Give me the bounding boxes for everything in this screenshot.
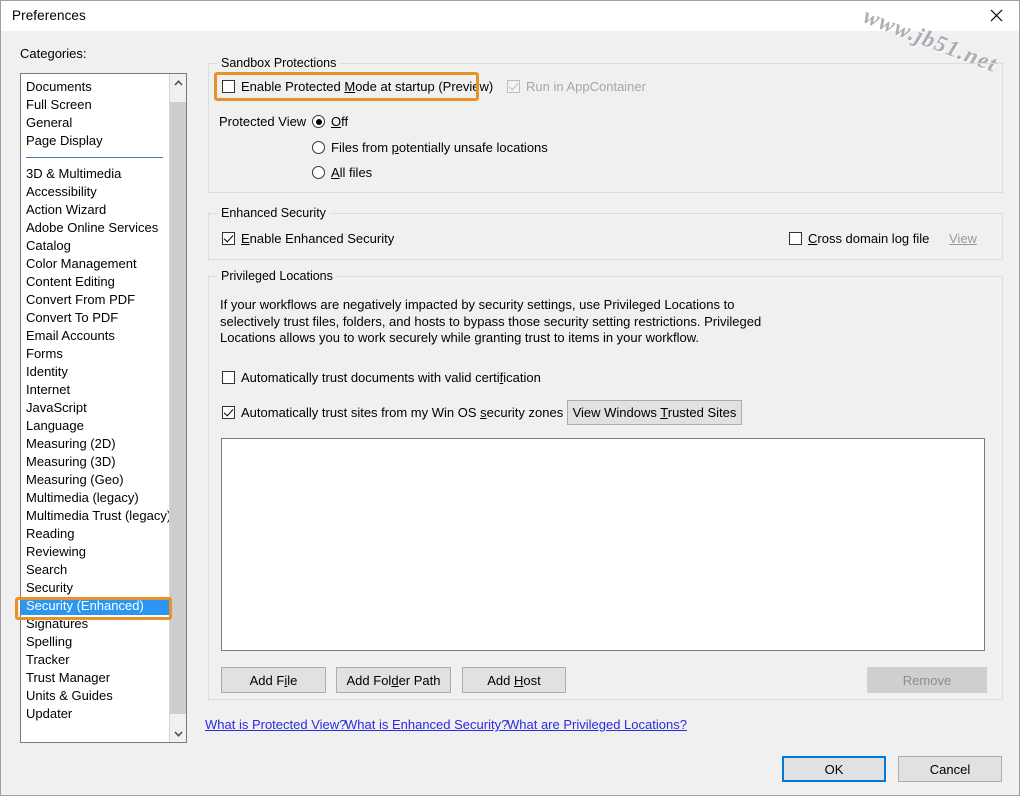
checkbox-box — [222, 406, 235, 419]
trust-certified-documents-label: Automatically trust documents with valid… — [241, 370, 541, 385]
protected-view-option-all-label: All files — [331, 165, 373, 180]
sidebar-item-reviewing[interactable]: Reviewing — [21, 543, 169, 561]
protected-mode-highlight-annotation — [214, 72, 479, 101]
sidebar-item-security[interactable]: Security — [21, 579, 169, 597]
radio-circle — [312, 115, 325, 128]
categories-label: Categories: — [20, 46, 87, 61]
enable-enhanced-security-checkbox[interactable]: Enable Enhanced Security — [222, 231, 394, 246]
button-label: Add File — [249, 672, 298, 688]
sidebar-item-identity[interactable]: Identity — [21, 363, 169, 381]
protected-view-option-all[interactable]: All files — [312, 165, 372, 180]
sidebar-item-internet[interactable]: Internet — [21, 381, 169, 399]
button-label: Add Host — [487, 672, 541, 688]
enhanced-security-title: Enhanced Security — [217, 206, 330, 220]
sidebar-item-javascript[interactable]: JavaScript — [21, 399, 169, 417]
checkbox-box — [222, 371, 235, 384]
sidebar-item-multimedia-legacy[interactable]: Multimedia (legacy) — [21, 489, 169, 507]
sidebar-item-content-editing[interactable]: Content Editing — [21, 273, 169, 291]
add-host-button[interactable]: Add Host — [462, 667, 566, 693]
window-title: Preferences — [12, 8, 86, 23]
what-are-privileged-locations-link[interactable]: What are Privileged Locations? — [507, 717, 687, 732]
sidebar-item-spelling[interactable]: Spelling — [21, 633, 169, 651]
radio-circle — [312, 141, 325, 154]
sidebar-item-measuring-2d[interactable]: Measuring (2D) — [21, 435, 169, 453]
sidebar-item-adobe-online-services[interactable]: Adobe Online Services — [21, 219, 169, 237]
sidebar-item-documents[interactable]: Documents — [21, 78, 169, 96]
view-log-link[interactable]: View — [949, 231, 977, 246]
title-bar: Preferences — [1, 1, 1019, 31]
enable-enhanced-security-label: Enable Enhanced Security — [241, 231, 395, 246]
checkbox-box — [507, 80, 520, 93]
protected-view-label: Protected View — [219, 114, 307, 129]
categories-listbox[interactable]: Documents Full Screen General Page Displ… — [20, 73, 187, 743]
sidebar-item-signatures[interactable]: Signatures — [21, 615, 169, 633]
sidebar-item-tracker[interactable]: Tracker — [21, 651, 169, 669]
radio-circle — [312, 166, 325, 179]
button-label: View Windows Trusted Sites — [572, 405, 737, 420]
categories-list: Documents Full Screen General Page Displ… — [21, 74, 174, 723]
categories-scrollbar[interactable] — [169, 74, 186, 742]
protected-view-option-unsafe-label: Files from potentially unsafe locations — [331, 140, 548, 155]
sidebar-item-measuring-geo[interactable]: Measuring (Geo) — [21, 471, 169, 489]
sidebar-item-accessibility[interactable]: Accessibility — [21, 183, 169, 201]
sidebar-item-page-display[interactable]: Page Display — [21, 132, 169, 150]
sidebar-item-full-screen[interactable]: Full Screen — [21, 96, 169, 114]
sidebar-item-email-accounts[interactable]: Email Accounts — [21, 327, 169, 345]
sidebar-item-measuring-3d[interactable]: Measuring (3D) — [21, 453, 169, 471]
sidebar-divider — [21, 150, 169, 165]
scrollbar-thumb[interactable] — [170, 102, 186, 714]
run-in-appcontainer-label: Run in AppContainer — [526, 79, 646, 94]
trust-os-security-zones-checkbox[interactable]: Automatically trust sites from my Win OS… — [222, 405, 563, 420]
privileged-locations-listbox[interactable] — [221, 438, 985, 651]
remove-button[interactable]: Remove — [867, 667, 987, 693]
preferences-dialog: Preferences www.jb51.net Categories: Doc… — [0, 0, 1020, 796]
privileged-locations-description: If your workflows are negatively impacte… — [220, 297, 762, 345]
sidebar-item-language[interactable]: Language — [21, 417, 169, 435]
chevron-down-icon[interactable] — [170, 725, 186, 742]
sidebar-item-convert-from-pdf[interactable]: Convert From PDF — [21, 291, 169, 309]
sidebar-item-3d-multimedia[interactable]: 3D & Multimedia — [21, 165, 169, 183]
add-file-button[interactable]: Add File — [221, 667, 326, 693]
chevron-up-icon[interactable] — [170, 74, 186, 91]
checkbox-box — [222, 232, 235, 245]
run-in-appcontainer-checkbox[interactable]: Run in AppContainer — [507, 79, 646, 94]
view-windows-trusted-sites-button[interactable]: View Windows Trusted Sites — [567, 400, 742, 425]
sidebar-item-catalog[interactable]: Catalog — [21, 237, 169, 255]
what-is-protected-view-link[interactable]: What is Protected View? — [205, 717, 346, 732]
sidebar-item-units-guides[interactable]: Units & Guides — [21, 687, 169, 705]
sandbox-protections-title: Sandbox Protections — [217, 56, 341, 70]
sidebar-item-trust-manager[interactable]: Trust Manager — [21, 669, 169, 687]
sidebar-item-security-enhanced[interactable]: Security (Enhanced) — [21, 597, 174, 615]
what-is-enhanced-security-link[interactable]: What is Enhanced Security? — [345, 717, 508, 732]
trust-os-security-zones-label: Automatically trust sites from my Win OS… — [241, 405, 564, 420]
cancel-button[interactable]: Cancel — [898, 756, 1002, 782]
ok-button[interactable]: OK — [782, 756, 886, 782]
sidebar-item-updater[interactable]: Updater — [21, 705, 169, 723]
cross-domain-log-file-label: Cross domain log file — [808, 231, 930, 246]
trust-certified-documents-checkbox[interactable]: Automatically trust documents with valid… — [222, 370, 541, 385]
cross-domain-log-file-checkbox[interactable]: Cross domain log file — [789, 231, 929, 246]
checkbox-box — [789, 232, 802, 245]
sidebar-item-general[interactable]: General — [21, 114, 169, 132]
button-label: Remove — [902, 672, 952, 688]
add-folder-path-button[interactable]: Add Folder Path — [336, 667, 451, 693]
button-label: Add Folder Path — [346, 672, 441, 688]
sidebar-item-multimedia-trust-legacy[interactable]: Multimedia Trust (legacy) — [21, 507, 171, 525]
sidebar-item-convert-to-pdf[interactable]: Convert To PDF — [21, 309, 169, 327]
button-label: Cancel — [929, 761, 971, 777]
sidebar-item-forms[interactable]: Forms — [21, 345, 169, 363]
close-icon[interactable] — [974, 1, 1019, 30]
protected-view-option-off-label: Off — [331, 114, 349, 129]
protected-view-option-unsafe[interactable]: Files from potentially unsafe locations — [312, 140, 548, 155]
sidebar-item-color-management[interactable]: Color Management — [21, 255, 169, 273]
sidebar-item-action-wizard[interactable]: Action Wizard — [21, 201, 169, 219]
sidebar-item-reading[interactable]: Reading — [21, 525, 169, 543]
sidebar-item-search[interactable]: Search — [21, 561, 169, 579]
privileged-locations-title: Privileged Locations — [217, 269, 337, 283]
button-label: OK — [824, 761, 844, 777]
protected-view-option-off[interactable]: Off — [312, 114, 348, 129]
